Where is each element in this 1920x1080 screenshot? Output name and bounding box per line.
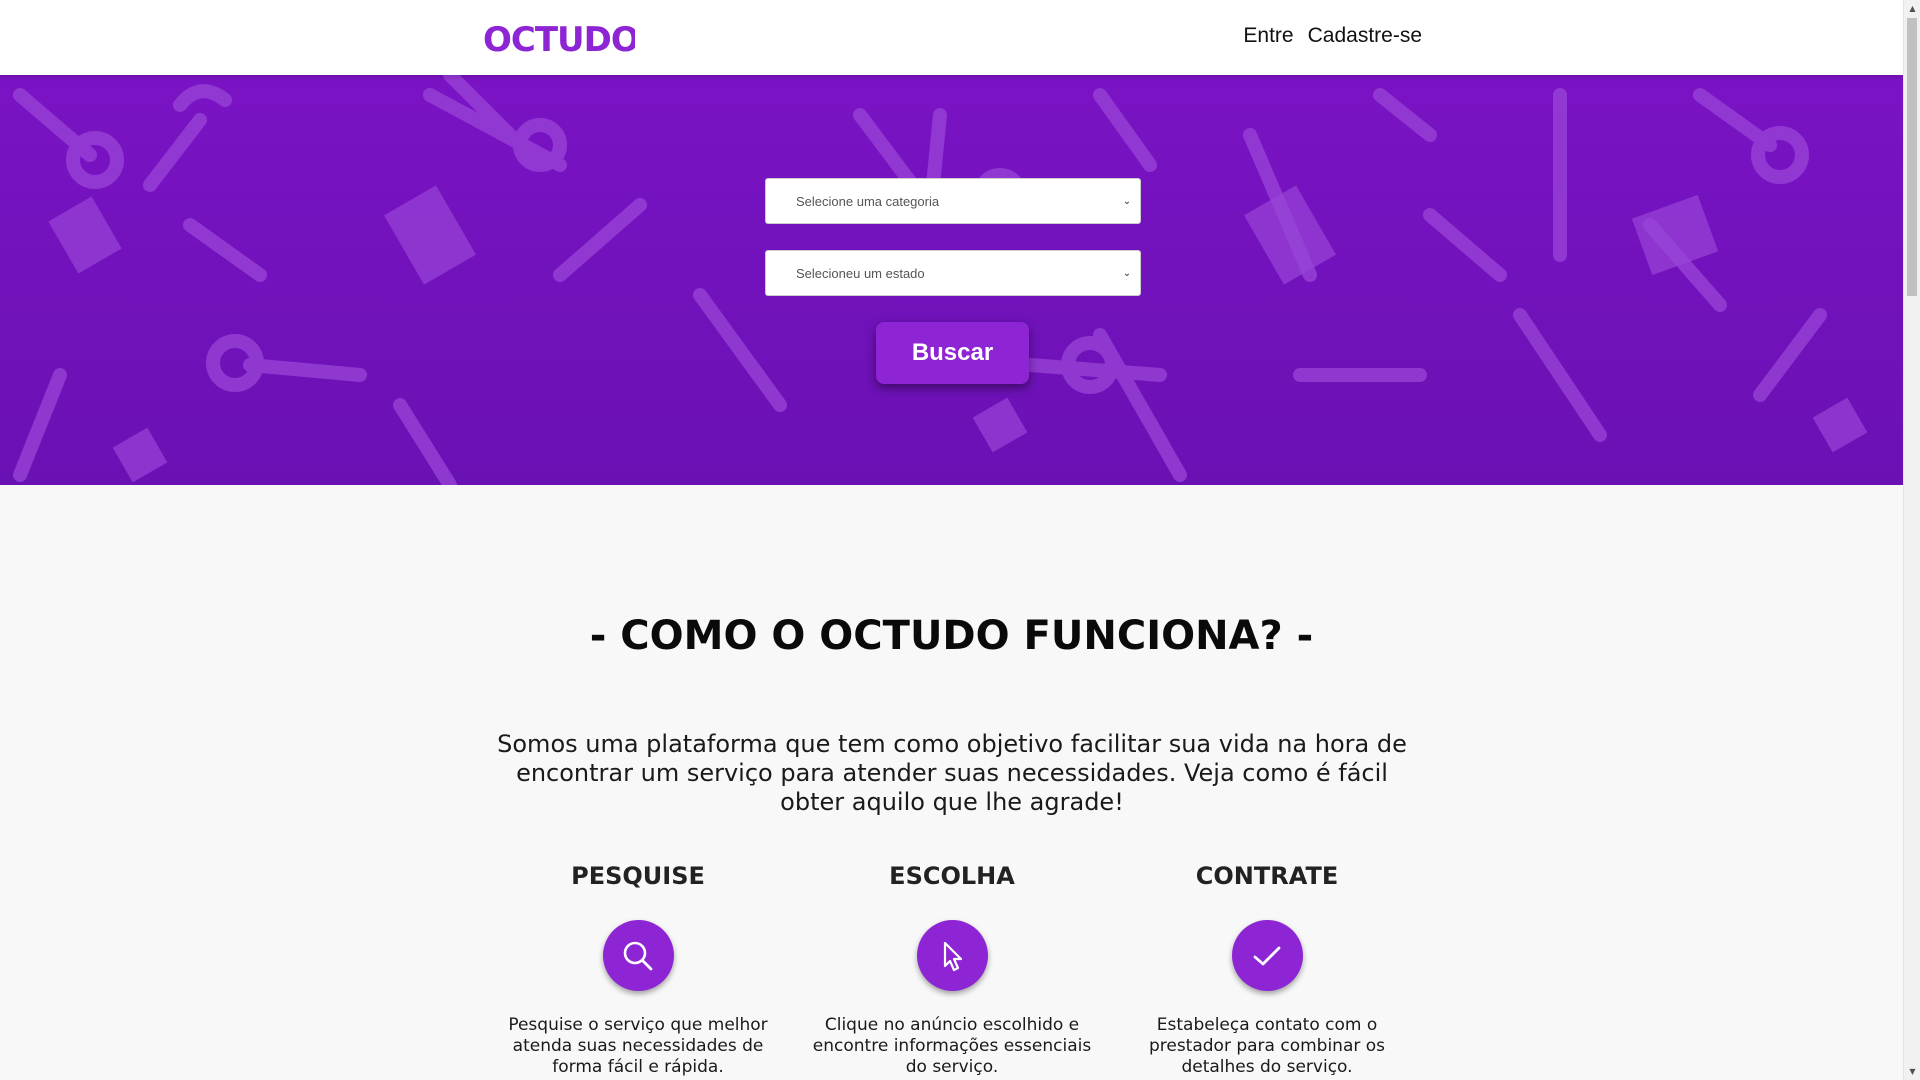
state-select[interactable]: Selecioneu um estado ⌄ bbox=[765, 250, 1141, 296]
login-link[interactable]: Entre bbox=[1243, 24, 1293, 48]
state-select-value: Selecioneu um estado bbox=[796, 265, 925, 281]
chevron-down-icon: ⌄ bbox=[1122, 267, 1132, 279]
how-it-works-title: - COMO O OCTUDO FUNCIONA? - bbox=[589, 613, 1314, 660]
step-description: Clique no anúncio escolhido e encontre i… bbox=[812, 1015, 1092, 1077]
hero-banner: Selecione uma categoria ⌄ Selecioneu um … bbox=[0, 75, 1903, 485]
octudo-logo[interactable]: OCTUDO bbox=[483, 18, 635, 58]
svg-text:OCTUDO: OCTUDO bbox=[483, 21, 635, 55]
cursor-icon bbox=[916, 920, 988, 991]
step-search: PESQUISE Pesquise o serviço que melhor a… bbox=[493, 862, 783, 1078]
scroll-up-arrow-icon[interactable]: ▲ bbox=[1904, 0, 1920, 17]
signup-link[interactable]: Cadastre-se bbox=[1308, 24, 1422, 48]
check-icon bbox=[1231, 920, 1303, 991]
search-button[interactable]: Buscar bbox=[876, 322, 1029, 384]
chevron-down-icon: ⌄ bbox=[1122, 195, 1132, 207]
step-title: CONTRATE bbox=[1195, 862, 1339, 890]
category-select[interactable]: Selecione uma categoria ⌄ bbox=[765, 178, 1141, 224]
step-title: ESCOLHA bbox=[889, 862, 1015, 890]
scroll-down-arrow-icon[interactable]: ▼ bbox=[1904, 1063, 1920, 1080]
scrollbar-thumb[interactable] bbox=[1907, 18, 1917, 296]
steps-section: PESQUISE Pesquise o serviço que melhor a… bbox=[0, 862, 1903, 1080]
page-scrollbar[interactable]: ▲ ▼ bbox=[1903, 0, 1920, 1080]
octudo-logo-mark: OCTUDO bbox=[483, 21, 635, 55]
step-description: Estabeleça contato com o prestador para … bbox=[1148, 1015, 1386, 1077]
search-icon bbox=[602, 920, 674, 991]
how-it-works-intro: Somos uma plataforma que tem como objeti… bbox=[497, 730, 1407, 816]
step-description: Pesquise o serviço que melhor atenda sua… bbox=[508, 1015, 768, 1077]
top-navigation-bar: OCTUDO Entre Cadastre-se bbox=[0, 0, 1903, 75]
step-hire: CONTRATE Estabeleça contato com o presta… bbox=[1122, 862, 1412, 1078]
search-form: Selecione uma categoria ⌄ Selecioneu um … bbox=[765, 178, 1141, 322]
header-nav: Entre Cadastre-se bbox=[1243, 24, 1422, 48]
category-select-value: Selecione uma categoria bbox=[796, 193, 940, 209]
step-choose: ESCOLHA Clique no anúncio escolhido e en… bbox=[807, 862, 1097, 1078]
step-title: PESQUISE bbox=[571, 862, 705, 890]
